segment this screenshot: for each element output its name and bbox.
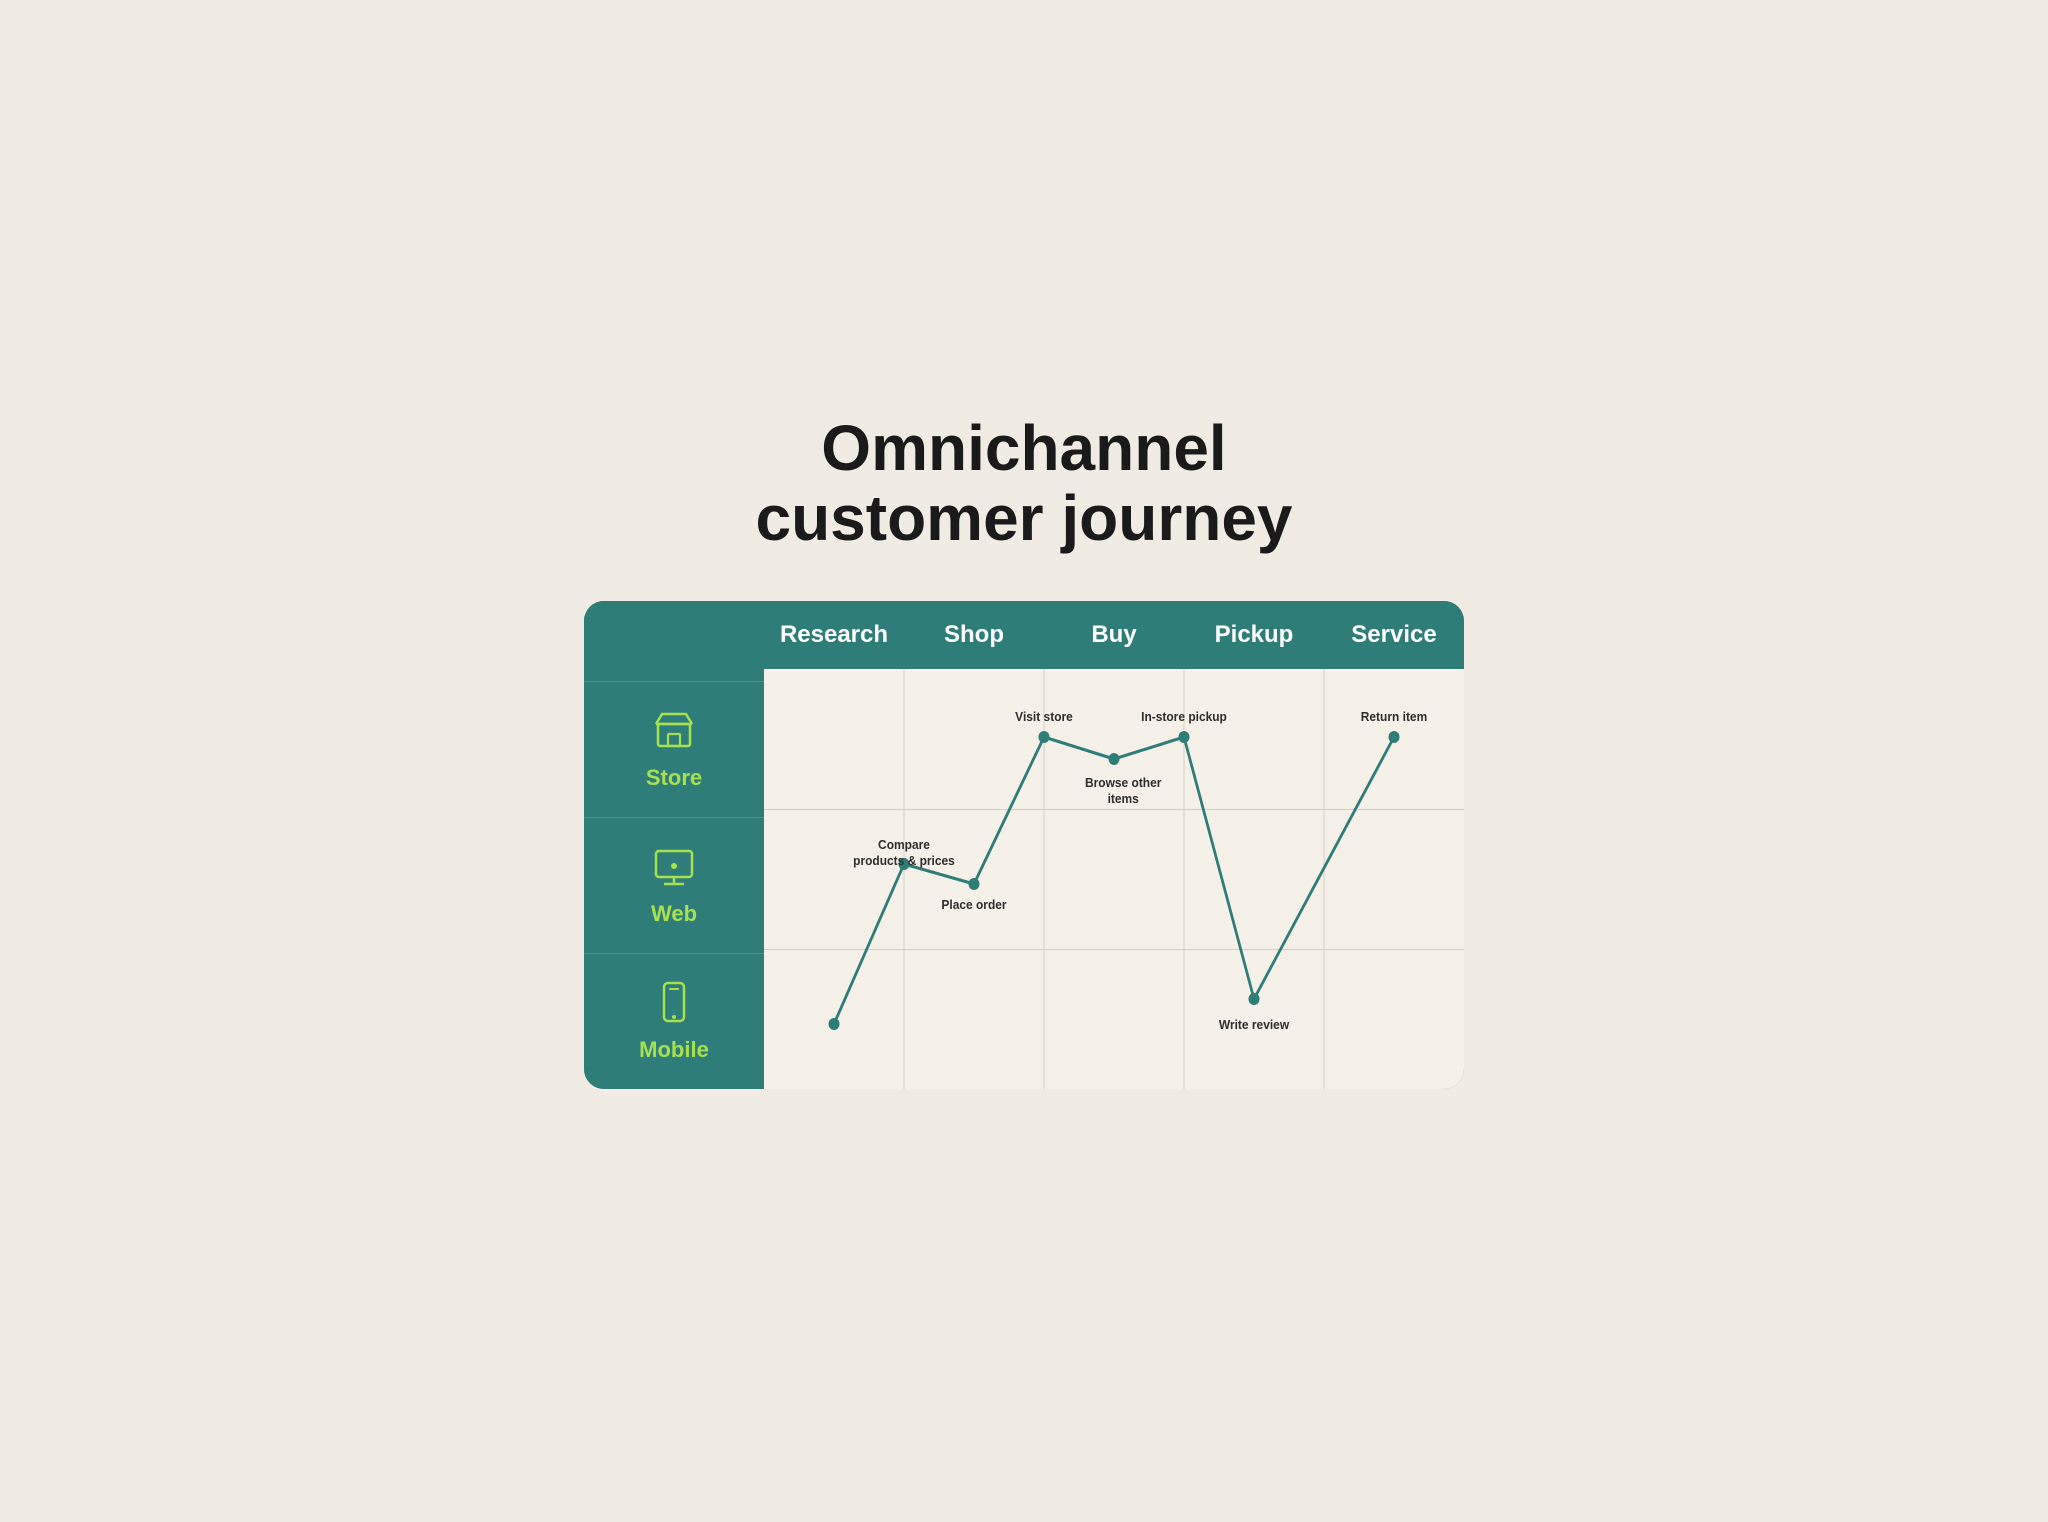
store-label: Store [646, 765, 702, 791]
sidebar-item-store: Store [584, 681, 764, 817]
store-icon [652, 708, 696, 757]
sidebar-item-web: Web [584, 817, 764, 953]
svg-text:Browse other: Browse other [1085, 776, 1162, 791]
svg-text:products & prices: products & prices [853, 854, 955, 869]
svg-text:Write review: Write review [1219, 1018, 1290, 1033]
web-label: Web [651, 901, 697, 927]
col-research: Research [764, 621, 904, 649]
journey-chart: Compare products & prices Place order Vi… [764, 669, 1464, 1089]
mobile-icon [652, 980, 696, 1029]
col-service: Service [1324, 621, 1464, 649]
page-container: Omnichannel customer journey [544, 373, 1504, 1150]
mobile-label: Mobile [639, 1037, 709, 1063]
col-buy: Buy [1044, 621, 1184, 649]
svg-text:Visit store: Visit store [1015, 710, 1073, 725]
column-headers: Research Shop Buy Pickup Service [764, 601, 1464, 669]
svg-text:In-store pickup: In-store pickup [1141, 710, 1227, 725]
svg-text:Return item: Return item [1361, 710, 1427, 725]
sidebar-item-mobile: Mobile [584, 953, 764, 1089]
web-icon [652, 844, 696, 893]
page-title: Omnichannel customer journey [584, 413, 1464, 554]
diagram-container: Store Web [584, 601, 1464, 1089]
svg-text:Compare: Compare [878, 838, 930, 853]
content-area: Research Shop Buy Pickup Service [764, 601, 1464, 1089]
sidebar: Store Web [584, 601, 764, 1089]
col-pickup: Pickup [1184, 621, 1324, 649]
chart-area: Compare products & prices Place order Vi… [764, 669, 1464, 1089]
svg-text:Place order: Place order [941, 898, 1006, 913]
svg-text:items: items [1108, 792, 1139, 807]
col-shop: Shop [904, 621, 1044, 649]
